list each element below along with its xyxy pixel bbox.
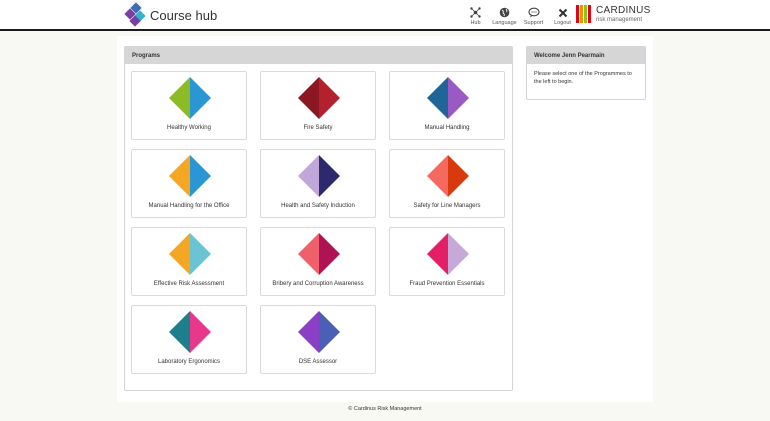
program-diamond-icon	[298, 77, 340, 119]
nav-language[interactable]: Language	[490, 7, 519, 26]
nav-hub[interactable]: Hub	[461, 7, 490, 26]
close-icon	[558, 7, 568, 18]
program-card-label: Effective Risk Assessment	[153, 281, 225, 287]
program-card-label: Laboratory Ergonomics	[157, 359, 221, 365]
program-card-label: Safety for Line Managers	[413, 203, 481, 209]
hub-icon	[470, 7, 481, 18]
program-card-label: Healthy Working	[167, 125, 211, 131]
chat-bubble-icon	[527, 7, 540, 18]
nav-logout-label: Logout	[554, 20, 571, 26]
program-card[interactable]: Effective Risk Assessment	[131, 227, 247, 296]
program-card[interactable]: Manual Handling	[389, 71, 505, 140]
app-title: Course hub	[150, 7, 218, 23]
program-diamond-icon	[298, 233, 340, 275]
program-card[interactable]: Health and Safety Induction	[260, 149, 376, 218]
footer-copyright: © Cardinus Risk Management	[348, 406, 422, 412]
program-card[interactable]: Safety for Line Managers	[389, 149, 505, 218]
programs-panel: Programs Healthy Working Fire Safety Manua…	[124, 46, 513, 391]
program-diamond-icon	[169, 77, 211, 119]
header-nav: Hub Language Support Logout	[461, 7, 577, 26]
program-card[interactable]: Fraud Prevention Essentials	[389, 227, 505, 296]
program-card[interactable]: Bribery and Corruption Awareness	[260, 227, 376, 296]
program-diamond-icon	[298, 311, 340, 353]
program-diamond-icon	[169, 155, 211, 197]
program-card[interactable]: Manual Handling for the Office	[131, 149, 247, 218]
company-name: CARDINUS	[596, 4, 651, 16]
programs-panel-title: Programs	[125, 47, 512, 64]
program-card[interactable]: Healthy Working	[131, 71, 247, 140]
welcome-title: Welcome Jenn Pearmain	[527, 47, 645, 64]
welcome-panel: Welcome Jenn Pearmain Please select one …	[526, 46, 646, 100]
program-diamond-icon	[427, 233, 469, 275]
welcome-message: Please select one of the Programmes to t…	[534, 71, 632, 86]
program-card-label: Fraud Prevention Essentials	[409, 281, 485, 287]
nav-hub-label: Hub	[470, 20, 481, 26]
course-hub-logo-icon	[124, 2, 146, 27]
globe-icon	[499, 7, 510, 18]
nav-logout[interactable]: Logout	[548, 7, 577, 26]
program-card-label: DSE Assessor	[298, 359, 338, 365]
program-diamond-icon	[427, 155, 469, 197]
program-card-label: Manual Handling for the Office	[148, 203, 230, 209]
program-card[interactable]: Laboratory Ergonomics	[131, 305, 247, 374]
nav-language-label: Language	[492, 20, 517, 26]
program-card-label: Fire Safety	[303, 125, 333, 131]
company-subtitle: risk management	[596, 16, 643, 23]
company-logo: CARDINUS risk management	[576, 5, 651, 23]
program-diamond-icon	[427, 77, 469, 119]
program-card-label: Bribery and Corruption Awareness	[272, 281, 364, 287]
top-bar: Course hub Hub Language Support Logout C…	[0, 0, 770, 31]
program-diamond-icon	[169, 233, 211, 275]
program-card-label: Manual Handling	[424, 125, 470, 131]
program-diamond-icon	[169, 311, 211, 353]
nav-support[interactable]: Support	[519, 7, 548, 26]
program-diamond-icon	[298, 155, 340, 197]
program-card[interactable]: Fire Safety	[260, 71, 376, 140]
nav-support-label: Support	[523, 20, 544, 26]
program-card[interactable]: DSE Assessor	[260, 305, 376, 374]
program-card-label: Health and Safety Induction	[281, 203, 355, 209]
brand[interactable]: Course hub	[124, 2, 218, 27]
cardinus-bars-icon	[576, 5, 592, 23]
